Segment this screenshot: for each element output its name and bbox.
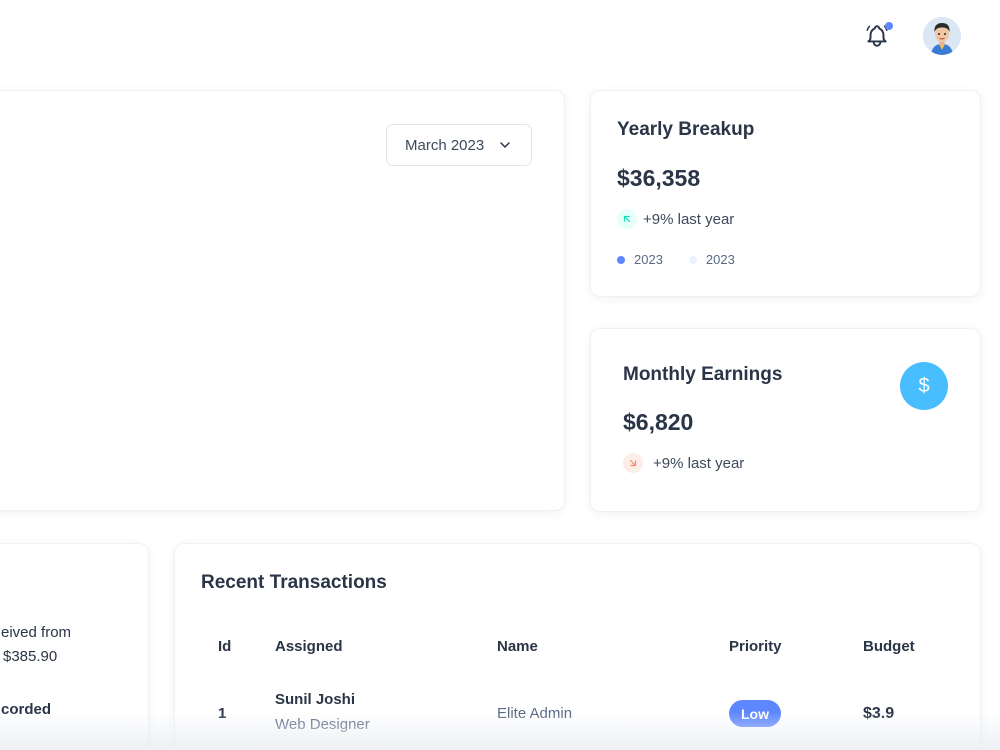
recent-transactions-title: Recent Transactions	[201, 572, 387, 593]
column-header-priority: Priority	[729, 638, 782, 655]
row-id: 1	[218, 705, 227, 722]
yearly-breakup-value: $36,358	[617, 165, 701, 191]
yearly-breakup-title: Yearly Breakup	[617, 119, 755, 140]
monthly-trend-text: +9% last year	[653, 454, 745, 472]
monthly-earnings-title: Monthly Earnings	[623, 364, 783, 385]
row-assigned-name: Sunil Joshi	[275, 691, 356, 708]
dollar-icon: $	[918, 374, 930, 397]
month-select-value: March 2023	[405, 136, 485, 154]
yearly-legend: 2023 2023	[617, 252, 761, 267]
yearly-breakup-trend: +9% last year	[617, 209, 734, 229]
row-assigned-role: Web Designer	[275, 716, 370, 733]
monthly-earnings-value: $6,820	[623, 409, 694, 435]
row-name: Elite Admin	[497, 705, 573, 722]
avatar-image	[923, 17, 961, 55]
chevron-down-icon	[500, 142, 510, 148]
user-avatar[interactable]	[923, 17, 961, 55]
monthly-earnings-trend: +9% last year	[623, 453, 744, 473]
priority-badge: Low	[729, 700, 781, 727]
dashboard-page: March 2023 Yearly Breakup $36,358 +9% la…	[0, 0, 1000, 750]
column-header-id: Id	[218, 638, 232, 655]
month-select[interactable]: March 2023	[386, 124, 532, 166]
arrow-up-left-icon	[617, 209, 637, 229]
legend-item: 2023	[688, 252, 735, 267]
timeline-amount: $385.90	[3, 648, 58, 665]
monthly-earnings-card: Monthly Earnings $6,820 +9% last year $	[590, 328, 981, 512]
recent-transactions-card: Recent Transactions Id Assigned Name Pri…	[174, 543, 981, 750]
dollar-button[interactable]: $	[900, 362, 948, 410]
column-header-name: Name	[497, 638, 538, 655]
row-budget: $3.9	[863, 705, 895, 722]
column-header-budget: Budget	[863, 638, 915, 655]
legend-label: 2023	[634, 252, 663, 267]
timeline-heading: corded	[1, 701, 52, 718]
column-header-assigned: Assigned	[275, 638, 343, 655]
legend-swatch	[688, 255, 697, 264]
overview-card: March 2023	[0, 90, 565, 511]
legend-swatch	[617, 255, 625, 264]
arrow-down-right-icon	[623, 453, 643, 473]
legend-label: 2023	[705, 252, 735, 267]
timeline-card: eived from $385.90 corded	[0, 543, 149, 750]
notification-button[interactable]	[864, 22, 893, 50]
yearly-trend-text: +9% last year	[643, 210, 735, 228]
legend-item: 2023	[617, 252, 663, 267]
notification-dot	[885, 22, 893, 30]
yearly-breakup-card: Yearly Breakup $36,358 +9% last year 202…	[590, 90, 981, 297]
timeline-text: eived from	[1, 624, 72, 641]
